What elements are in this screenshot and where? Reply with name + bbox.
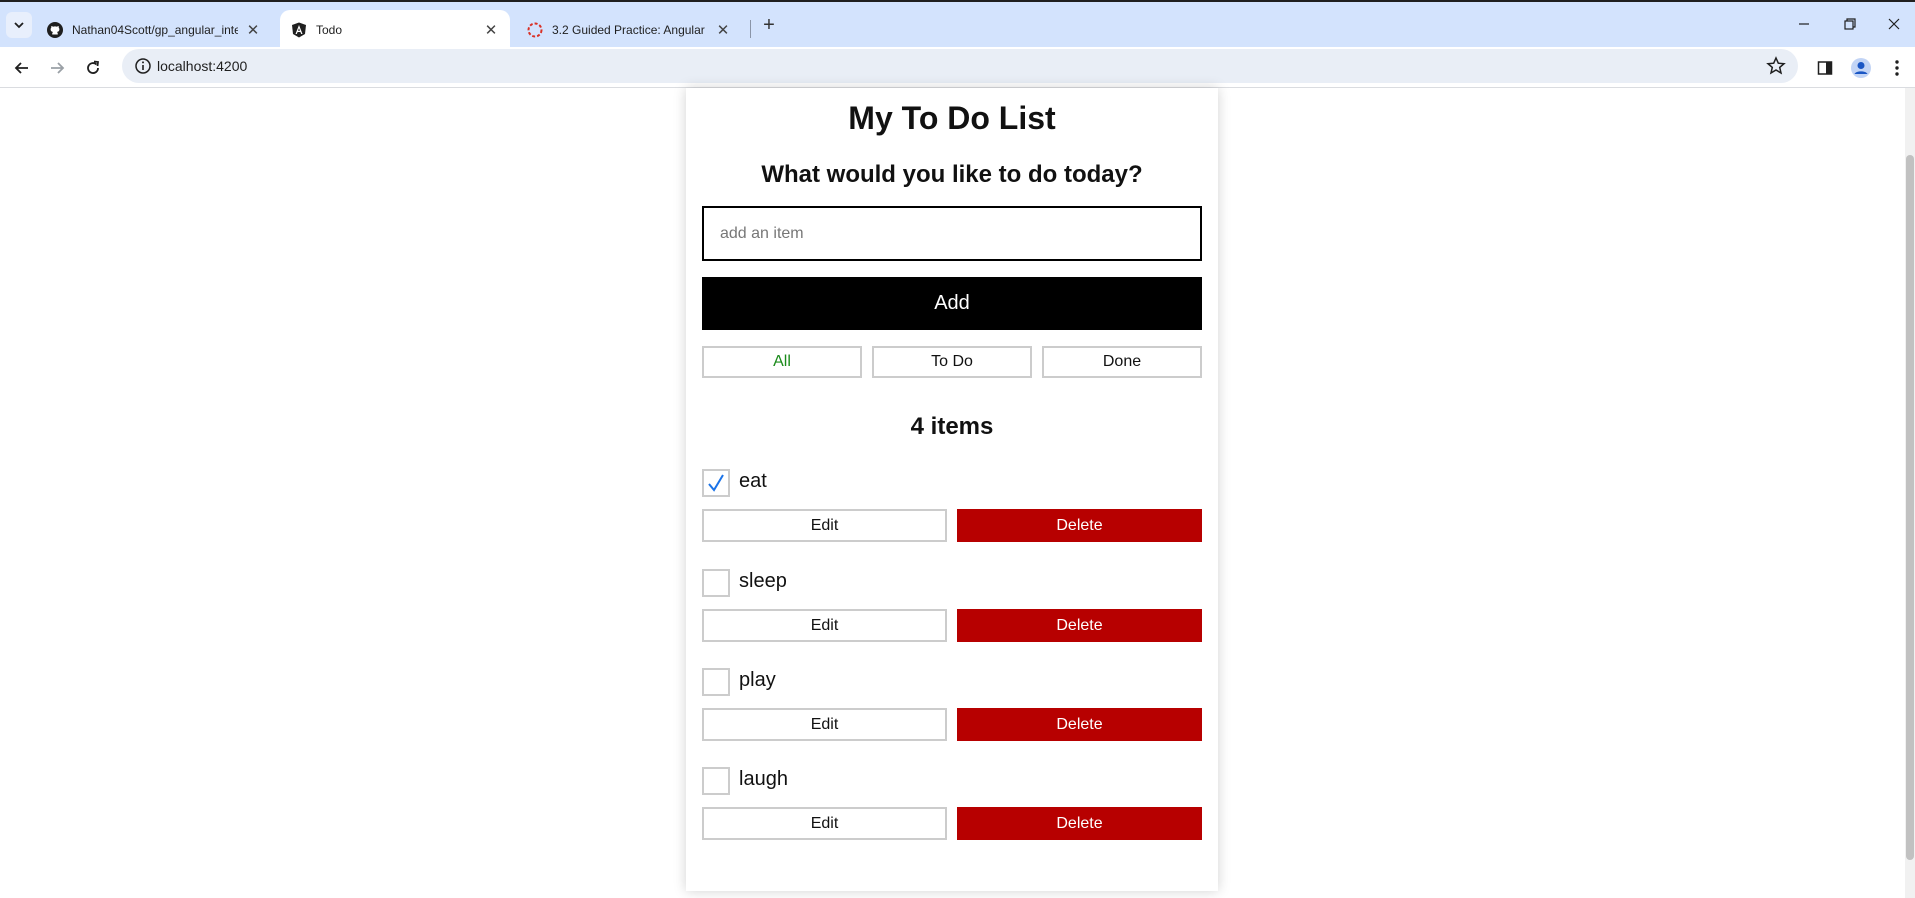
add-button[interactable]: Add bbox=[702, 277, 1202, 330]
item-checkbox[interactable] bbox=[702, 668, 730, 696]
checkmark-icon bbox=[708, 474, 724, 492]
side-panel-icon[interactable] bbox=[1812, 55, 1838, 81]
filter-all-button[interactable]: All bbox=[702, 346, 862, 378]
restore-icon[interactable] bbox=[1828, 10, 1872, 38]
item-label: eat bbox=[739, 470, 767, 492]
tab-todo[interactable]: Todo ✕ bbox=[280, 10, 510, 49]
tab-guided-practice[interactable]: 3.2 Guided Practice: Angular Int ✕ bbox=[516, 10, 742, 49]
info-icon[interactable] bbox=[134, 57, 152, 75]
item-label: sleep bbox=[739, 570, 787, 592]
list-item: play Edit Delete bbox=[702, 668, 1202, 748]
edit-button[interactable]: Edit bbox=[702, 509, 947, 542]
tab-github[interactable]: Nathan04Scott/gp_angular_inte ✕ bbox=[36, 10, 272, 49]
add-item-input[interactable] bbox=[702, 206, 1202, 261]
item-label: laugh bbox=[739, 768, 788, 790]
tab-separator bbox=[750, 20, 751, 38]
scrollbar-thumb[interactable] bbox=[1906, 155, 1914, 860]
minimize-icon[interactable] bbox=[1782, 10, 1826, 38]
new-tab-icon[interactable]: + bbox=[757, 13, 781, 37]
list-item: laugh Edit Delete bbox=[702, 767, 1202, 847]
item-checkbox[interactable] bbox=[702, 767, 730, 795]
item-label: play bbox=[739, 669, 776, 691]
page-title: My To Do List bbox=[848, 100, 1056, 136]
window-close-icon[interactable] bbox=[1872, 10, 1915, 38]
browser-tab-strip: Nathan04Scott/gp_angular_inte ✕ Todo ✕ 3… bbox=[0, 0, 1915, 49]
chevron-down-icon bbox=[14, 22, 24, 29]
tab-title: 3.2 Guided Practice: Angular Int bbox=[552, 22, 708, 37]
page-viewport: My To Do List What would you like to do … bbox=[0, 88, 1915, 898]
todo-card: My To Do List What would you like to do … bbox=[686, 88, 1218, 891]
edit-button[interactable]: Edit bbox=[702, 807, 947, 840]
address-bar[interactable]: localhost:4200 bbox=[122, 49, 1798, 83]
forward-button[interactable] bbox=[42, 53, 72, 83]
list-item: sleep Edit Delete bbox=[702, 569, 1202, 649]
delete-button[interactable]: Delete bbox=[957, 807, 1202, 840]
tab-title: Nathan04Scott/gp_angular_inte bbox=[72, 22, 238, 37]
reload-icon bbox=[87, 60, 100, 74]
more-menu-icon[interactable] bbox=[1884, 55, 1910, 81]
edit-button[interactable]: Edit bbox=[702, 609, 947, 642]
item-count: 4 items bbox=[910, 413, 994, 440]
delete-button[interactable]: Delete bbox=[957, 708, 1202, 741]
delete-button[interactable]: Delete bbox=[957, 509, 1202, 542]
item-checkbox[interactable] bbox=[702, 469, 730, 497]
edit-button[interactable]: Edit bbox=[702, 708, 947, 741]
url-text: localhost:4200 bbox=[157, 58, 248, 74]
filter-todo-button[interactable]: To Do bbox=[872, 346, 1032, 378]
delete-button[interactable]: Delete bbox=[957, 609, 1202, 642]
back-button[interactable] bbox=[7, 53, 37, 83]
reload-button[interactable] bbox=[78, 53, 108, 83]
tab-title: Todo bbox=[316, 22, 343, 37]
loading-icon bbox=[526, 21, 543, 38]
scrollbar[interactable] bbox=[1905, 88, 1915, 898]
angular-icon bbox=[290, 21, 307, 38]
close-icon[interactable]: ✕ bbox=[482, 21, 500, 39]
add-prompt: What would you like to do today? bbox=[761, 161, 1143, 188]
github-icon bbox=[46, 21, 63, 38]
close-icon[interactable]: ✕ bbox=[244, 21, 262, 39]
item-checkbox[interactable] bbox=[702, 569, 730, 597]
star-icon[interactable] bbox=[1766, 56, 1786, 76]
arrow-right-icon bbox=[51, 62, 65, 74]
filter-done-button[interactable]: Done bbox=[1042, 346, 1202, 378]
browser-toolbar: localhost:4200 bbox=[0, 47, 1915, 88]
tab-search-button[interactable] bbox=[6, 12, 32, 38]
profile-avatar-icon[interactable] bbox=[1848, 55, 1874, 81]
close-icon[interactable]: ✕ bbox=[714, 21, 732, 39]
arrow-left-icon bbox=[14, 62, 28, 74]
list-item: eat Edit Delete bbox=[702, 469, 1202, 549]
